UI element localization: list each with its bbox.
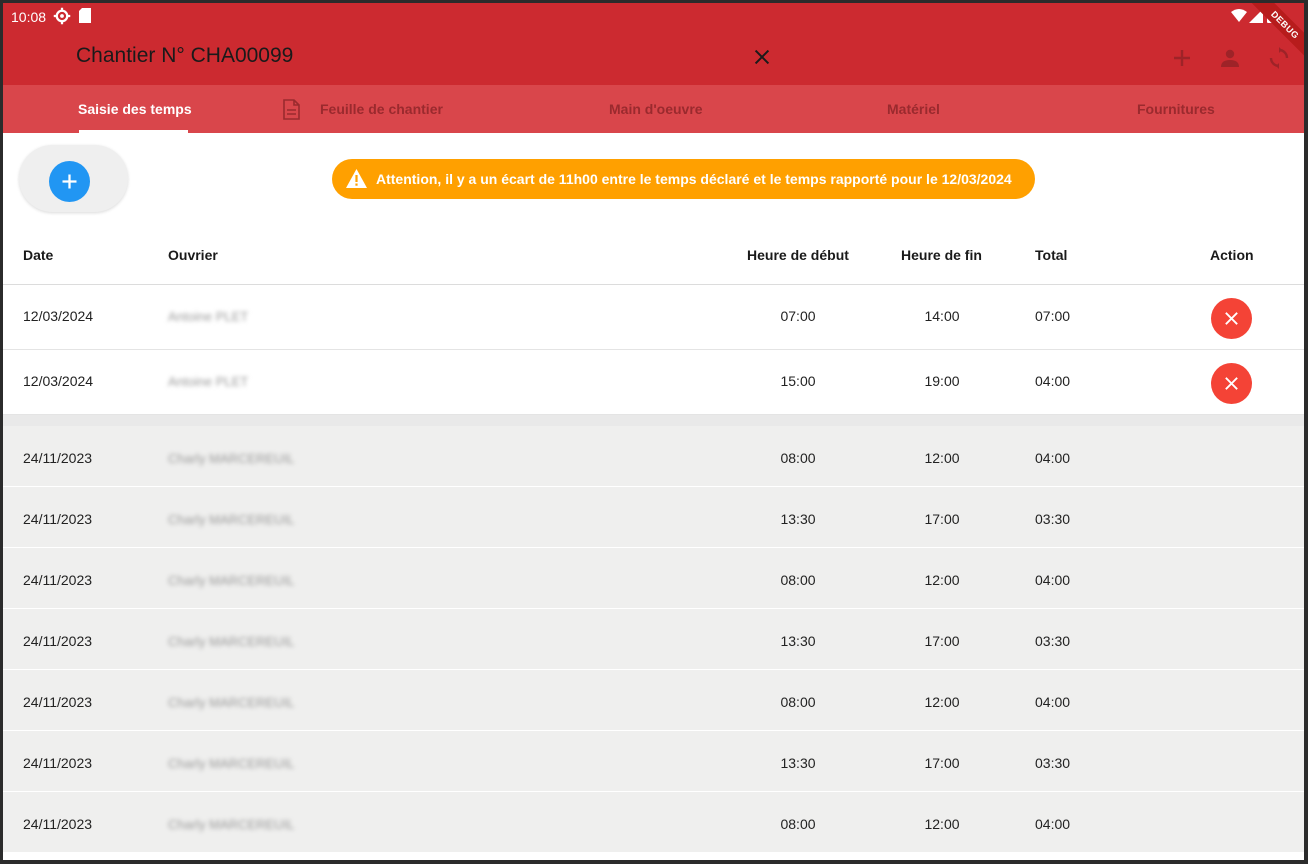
- delete-entry-button[interactable]: [1211, 363, 1252, 404]
- cell-heure-debut: 13:30: [780, 755, 816, 771]
- cell-date: 24/11/2023: [23, 816, 93, 832]
- table-row: 24/11/2023 Charly MARCEREUIL 08:00 12:00…: [3, 548, 1304, 609]
- cell-heure-debut: 08:00: [780, 572, 816, 588]
- cell-date: 24/11/2023: [23, 511, 93, 527]
- tab-indicator: [79, 130, 188, 133]
- column-header-total: Total: [1035, 247, 1068, 263]
- group-separator: [3, 415, 1304, 426]
- plus-icon: [62, 174, 77, 189]
- cell-date: 24/11/2023: [23, 633, 93, 649]
- close-icon[interactable]: [751, 46, 773, 68]
- table-row: 24/11/2023 Charly MARCEREUIL 08:00 12:00…: [3, 670, 1304, 731]
- tab-fournitures[interactable]: Fournitures: [1137, 85, 1215, 133]
- cell-heure-debut: 07:00: [780, 308, 816, 324]
- table-row: 24/11/2023 Charly MARCEREUIL 13:30 17:00…: [3, 487, 1304, 548]
- cell-date: 24/11/2023: [23, 450, 93, 466]
- cell-date: 24/11/2023: [23, 694, 93, 710]
- person-icon[interactable]: [1218, 46, 1242, 70]
- cell-total: 04:00: [1035, 694, 1071, 710]
- table-row: 12/03/2024 Antoine PLET 15:00 19:00 04:0…: [3, 350, 1304, 415]
- page-title: Chantier N° CHA00099: [76, 44, 294, 67]
- cell-total: 03:30: [1035, 633, 1071, 649]
- cell-total: 03:30: [1035, 511, 1071, 527]
- tab-saisie-des-temps[interactable]: Saisie des temps: [78, 85, 192, 133]
- add-time-entry-button[interactable]: [49, 161, 90, 202]
- cell-heure-fin: 12:00: [924, 816, 960, 832]
- cell-heure-fin: 17:00: [924, 633, 960, 649]
- add-icon[interactable]: [1170, 46, 1194, 70]
- table-row: 24/11/2023 Charly MARCEREUIL 13:30 17:00…: [3, 609, 1304, 670]
- cell-total: 04:00: [1035, 373, 1071, 389]
- cell-heure-debut: 13:30: [780, 633, 816, 649]
- cell-heure-debut: 08:00: [780, 816, 816, 832]
- cell-heure-debut: 15:00: [780, 373, 816, 389]
- cell-total: 04:00: [1035, 572, 1071, 588]
- table-row: 12/03/2024 Antoine PLET 07:00 14:00 07:0…: [3, 285, 1304, 350]
- tab-feuille-de-chantier[interactable]: Feuille de chantier: [320, 85, 443, 133]
- cell-heure-debut: 08:00: [780, 450, 816, 466]
- cell-heure-debut: 08:00: [780, 694, 816, 710]
- sd-card-icon: [79, 8, 91, 23]
- cell-ouvrier: Charly MARCEREUIL: [168, 817, 295, 832]
- table-row: 24/11/2023 Charly MARCEREUIL 13:30 17:00…: [3, 731, 1304, 792]
- table-row: 24/11/2023 Charly MARCEREUIL 08:00 12:00…: [3, 426, 1304, 487]
- table-row: 24/11/2023 Charly MARCEREUIL 08:00 12:00…: [3, 792, 1304, 853]
- cell-ouvrier: Charly MARCEREUIL: [168, 695, 295, 710]
- cell-heure-fin: 12:00: [924, 572, 960, 588]
- sync-icon[interactable]: [1267, 46, 1291, 70]
- cell-total: 04:00: [1035, 450, 1071, 466]
- wifi-icon: [1231, 9, 1247, 22]
- cell-heure-fin: 12:00: [924, 694, 960, 710]
- cell-heure-fin: 14:00: [924, 308, 960, 324]
- tab-materiel[interactable]: Matériel: [887, 85, 940, 133]
- cell-ouvrier: Charly MARCEREUIL: [168, 451, 295, 466]
- cell-total: 04:00: [1035, 816, 1071, 832]
- cell-ouvrier: Charly MARCEREUIL: [168, 573, 295, 588]
- cell-ouvrier: Charly MARCEREUIL: [168, 634, 295, 649]
- status-time: 10:08: [11, 9, 47, 25]
- warning-banner: Attention, il y a un écart de 11h00 entr…: [332, 159, 1035, 199]
- cell-total: 03:30: [1035, 755, 1071, 771]
- cell-heure-fin: 19:00: [924, 373, 960, 389]
- cell-date: 24/11/2023: [23, 572, 93, 588]
- cell-heure-fin: 17:00: [924, 511, 960, 527]
- close-icon: [1225, 377, 1238, 390]
- gear-icon: [53, 7, 71, 25]
- cell-heure-fin: 17:00: [924, 755, 960, 771]
- status-bar: 10:08 DEBUG: [3, 3, 1304, 62]
- cell-date: 12/03/2024: [23, 308, 94, 324]
- column-header-heure-debut: Heure de début: [747, 247, 849, 263]
- cell-date: 12/03/2024: [23, 373, 94, 389]
- cell-ouvrier: Antoine PLET: [168, 374, 249, 389]
- tab-bar: Saisie des temps Feuille de chantier Mai…: [3, 85, 1304, 133]
- cell-heure-fin: 12:00: [924, 450, 960, 466]
- app-bar: 10:08 DEBUG Chantier N° CHA00099: [3, 3, 1304, 85]
- warning-text: Attention, il y a un écart de 11h00 entr…: [376, 171, 1012, 187]
- document-icon: [283, 99, 300, 120]
- column-header-ouvrier: Ouvrier: [168, 247, 218, 263]
- tab-main-d-oeuvre[interactable]: Main d'oeuvre: [609, 85, 703, 133]
- column-header-date: Date: [23, 247, 54, 263]
- cell-ouvrier: Antoine PLET: [168, 309, 249, 324]
- cell-date: 24/11/2023: [23, 755, 93, 771]
- warning-icon: [346, 169, 367, 188]
- cell-total: 07:00: [1035, 308, 1071, 324]
- cell-ouvrier: Charly MARCEREUIL: [168, 756, 295, 771]
- column-header-action: Action: [1210, 247, 1254, 263]
- delete-entry-button[interactable]: [1211, 298, 1252, 339]
- column-header-heure-fin: Heure de fin: [901, 247, 982, 263]
- cell-heure-debut: 13:30: [780, 511, 816, 527]
- cell-ouvrier: Charly MARCEREUIL: [168, 512, 295, 527]
- app-screen: 10:08 DEBUG Chantier N° CHA00099 Saisie …: [3, 3, 1304, 860]
- close-icon: [1225, 312, 1238, 325]
